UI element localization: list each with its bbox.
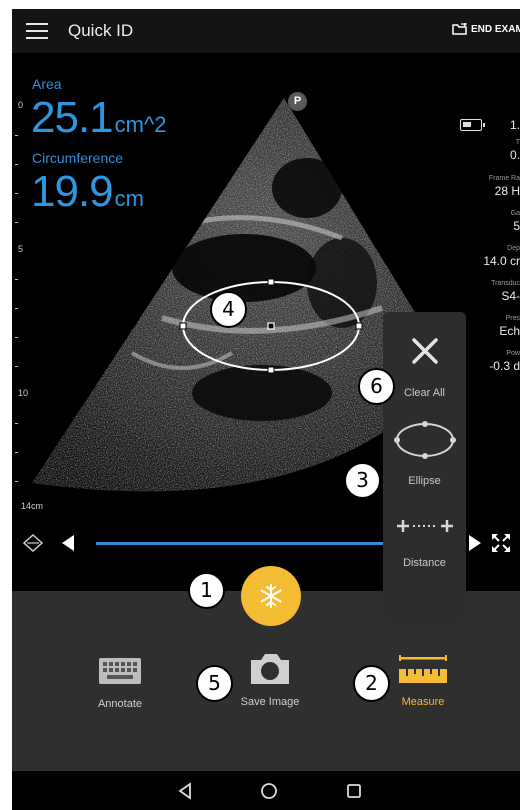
param-label: Dep (507, 245, 520, 252)
circumference-unit: cm (114, 186, 144, 211)
depth-tick (15, 452, 18, 453)
end-exam-label: END EXAM (471, 24, 520, 35)
clear-all-button[interactable]: Clear All (383, 334, 466, 399)
depth-bottom-label: 14cm (21, 501, 44, 511)
depth-tick (15, 366, 18, 367)
distance-tool-button[interactable]: Distance (383, 516, 466, 569)
end-exam-button[interactable]: END EXAM (452, 21, 520, 35)
freeze-button[interactable] (241, 566, 301, 626)
measure-tools-menu: Clear All Ellipse Distance (383, 312, 466, 624)
param-label: Pres (505, 315, 520, 322)
depth-tick (15, 164, 18, 165)
measure-label: Measure (401, 696, 445, 708)
depth-tick (15, 135, 18, 136)
param-value: 5 (513, 219, 520, 233)
distance-icon (396, 520, 453, 532)
param-value: 28 H (494, 184, 520, 198)
param-label: Ga (510, 210, 520, 217)
depth-tick (15, 279, 18, 280)
depth-mark-5: 5 (18, 244, 24, 254)
depth-tick (15, 337, 18, 338)
callout-6: 6 (358, 368, 395, 405)
area-label: Area (32, 76, 62, 92)
back-icon[interactable] (177, 782, 193, 800)
recents-icon[interactable] (346, 783, 362, 799)
callout-2: 2 (353, 665, 390, 702)
popup-pointer (415, 621, 433, 630)
device-screen: Quick ID END EXAM 0 5 10 14cm Area 25.1c… (12, 9, 520, 810)
area-readout: 25.1cm^2 (31, 93, 167, 143)
param-label: Transduc (491, 280, 520, 287)
save-image-label: Save Image (240, 696, 300, 708)
param-label: Pow (506, 350, 520, 357)
param-value: 1. (509, 118, 520, 132)
callout-1: 1 (188, 572, 225, 609)
param-value: S4- (501, 289, 520, 303)
layers-icon[interactable] (22, 533, 44, 553)
ruler-icon (399, 655, 447, 683)
folder-exit-icon (452, 21, 467, 35)
cine-slider[interactable] (96, 542, 386, 545)
area-value: 25.1 (31, 93, 114, 142)
ellipse-icon (393, 421, 456, 459)
callout-4: 4 (210, 291, 247, 328)
ellipse-tool-button[interactable]: Ellipse (383, 420, 466, 487)
circumference-label: Circumference (32, 150, 124, 166)
param-label: T (515, 139, 520, 146)
depth-tick (15, 481, 18, 482)
param-value: -0.3 d (489, 359, 520, 373)
next-frame-icon[interactable] (467, 534, 483, 552)
ellipse-measurement[interactable] (177, 268, 367, 378)
annotate-button[interactable]: Annotate (84, 657, 156, 710)
camera-icon (251, 654, 289, 684)
probe-orientation-badge: P (288, 92, 307, 111)
callout-3: 3 (344, 462, 381, 499)
hamburger-menu-icon[interactable] (26, 22, 48, 40)
depth-mark-10: 10 (18, 388, 29, 398)
param-label: Frame Ra (488, 175, 520, 182)
snowflake-icon (260, 584, 282, 608)
param-value: 14.0 cr (483, 254, 520, 268)
depth-tick (15, 308, 18, 309)
annotate-label: Annotate (97, 698, 143, 710)
param-value: 0. (509, 148, 520, 162)
param-value: Ech (499, 324, 520, 338)
home-icon[interactable] (260, 782, 278, 800)
depth-tick (15, 423, 18, 424)
depth-tick (15, 193, 18, 194)
system-nav-bar (12, 771, 520, 810)
keyboard-icon (99, 658, 141, 684)
clear-all-label: Clear All (404, 387, 445, 399)
app-bar: Quick ID END EXAM (12, 9, 520, 53)
close-icon (411, 338, 438, 364)
circumference-value: 19.9 (31, 167, 114, 216)
previous-frame-icon[interactable] (60, 534, 76, 552)
fullscreen-icon[interactable] (490, 532, 512, 554)
distance-label: Distance (403, 557, 446, 569)
area-unit: cm^2 (114, 112, 167, 137)
save-image-button[interactable]: Save Image (230, 651, 310, 708)
measure-button[interactable]: Measure (387, 655, 459, 708)
depth-tick (15, 222, 18, 223)
circumference-readout: 19.9cm (31, 167, 144, 217)
app-title: Quick ID (68, 21, 134, 40)
callout-5: 5 (196, 665, 233, 702)
ellipse-label: Ellipse (408, 475, 441, 487)
depth-mark-0: 0 (18, 100, 24, 110)
